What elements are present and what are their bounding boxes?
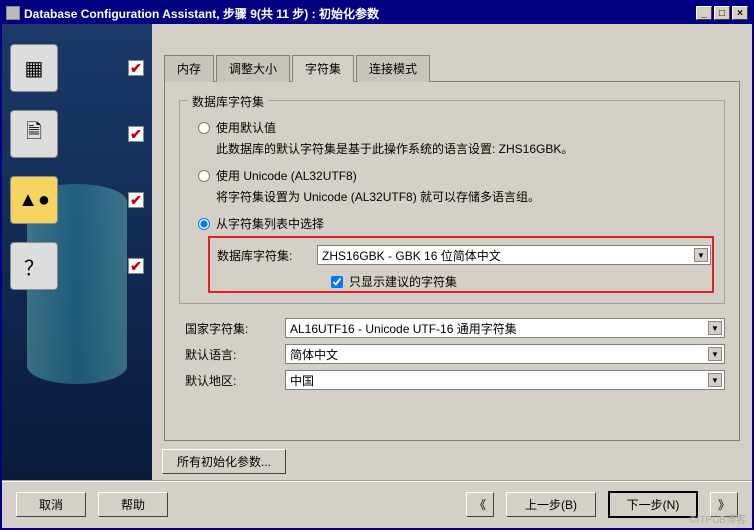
help-folder-icon: ？ [10,242,58,290]
default-language-select[interactable]: 简体中文 ▼ [285,344,725,364]
back-button[interactable]: 上一步(B) [506,492,596,517]
field-label: 数据库字符集: [217,247,307,264]
maximize-button[interactable]: □ [714,6,730,20]
application-window: Database Configuration Assistant, 步骤 9(共… [0,0,754,530]
radio-default-hint: 此数据库的默认字符集是基于此操作系统的语言设置: ZHS16GBK。 [216,140,714,157]
default-language-field: 默认语言: 简体中文 ▼ [185,344,725,364]
db-charset-group: 数据库字符集 使用默认值 此数据库的默认字符集是基于此操作系统的语言设置: ZH… [179,100,725,304]
db-charset-field: 数据库字符集: ZHS16GBK - GBK 16 位简体中文 ▼ [217,245,711,265]
national-charset-select[interactable]: AL16UTF16 - Unicode UTF-16 通用字符集 ▼ [285,318,725,338]
window-controls: _ □ × [696,6,748,20]
cancel-button[interactable]: 取消 [16,492,86,517]
radio-fromlist-row: 从字符集列表中选择 [198,215,714,232]
db-charset-select[interactable]: ZHS16GBK - GBK 16 位简体中文 ▼ [317,245,711,265]
main-panel: 内存 调整大小 字符集 连接模式 数据库字符集 使用默认值 此数据库的默认字符集… [152,24,752,480]
radio-label: 使用 Unicode (AL32UTF8) [216,167,357,184]
field-label: 国家字符集: [185,320,275,337]
step-check-icon: ✔ [128,60,144,76]
tab-label: 调整大小 [229,62,277,76]
radio-unicode[interactable] [198,170,210,182]
radio-label: 使用默认值 [216,119,276,136]
wizard-step: ？ ✔ [10,242,144,290]
highlight-box: 数据库字符集: ZHS16GBK - GBK 16 位简体中文 ▼ 只显示建议的… [208,236,714,293]
next-button[interactable]: 下一步(N) [608,491,698,518]
back-arrow-button[interactable]: 《 [466,492,494,517]
button-label: 取消 [39,498,63,512]
radio-label: 从字符集列表中选择 [216,215,324,232]
step-check-icon: ✔ [128,126,144,142]
radio-unicode-hint: 将字符集设置为 Unicode (AL32UTF8) 就可以存储多语言组。 [216,188,714,205]
documents-icon: 🗎 [10,110,58,158]
only-recommended-checkbox[interactable] [331,276,343,288]
chevron-down-icon: ▼ [708,347,722,361]
chevron-down-icon: ▼ [708,373,722,387]
default-region-field: 默认地区: 中国 ▼ [185,370,725,390]
app-icon [6,6,20,20]
select-value: ZHS16GBK - GBK 16 位简体中文 [322,247,501,264]
wizard-step: ▦ ✔ [10,44,144,92]
radio-unicode-row: 使用 Unicode (AL32UTF8) [198,167,714,184]
field-label: 默认地区: [185,372,275,389]
chevron-down-icon: ▼ [694,248,708,262]
tab-bar: 内存 调整大小 字符集 连接模式 [164,54,740,81]
group-legend: 数据库字符集 [188,93,268,110]
radio-default-row: 使用默认值 [198,119,714,136]
tab-label: 连接模式 [369,62,417,76]
tab-sizing[interactable]: 调整大小 [216,55,290,82]
wizard-button-bar: 取消 帮助 《 上一步(B) 下一步(N) 》 [2,480,752,528]
only-recommended-row: 只显示建议的字符集 [331,273,711,290]
tab-charset[interactable]: 字符集 [292,55,354,82]
tab-label: 字符集 [305,62,341,76]
national-charset-field: 国家字符集: AL16UTF16 - Unicode UTF-16 通用字符集 … [185,318,725,338]
chevron-down-icon: ▼ [708,321,722,335]
wizard-steps-pane: ▦ ✔ 🗎 ✔ ▲● ✔ ？ ✔ [2,24,152,480]
radio-default[interactable] [198,122,210,134]
tab-memory[interactable]: 内存 [164,55,214,82]
button-label: 下一步(N) [627,498,680,512]
window-title: Database Configuration Assistant, 步骤 9(共… [24,5,696,22]
button-label: 帮助 [121,498,145,512]
close-button[interactable]: × [732,6,748,20]
shapes-icon: ▲● [10,176,58,224]
select-value: AL16UTF16 - Unicode UTF-16 通用字符集 [290,320,517,337]
content: ▦ ✔ 🗎 ✔ ▲● ✔ ？ ✔ 内存 调整大小 字符集 连接模式 [2,24,752,480]
tab-connection-mode[interactable]: 连接模式 [356,55,430,82]
step-check-icon: ✔ [128,258,144,274]
extra-buttons: 所有初始化参数... [162,449,286,474]
all-init-params-button[interactable]: 所有初始化参数... [162,449,286,474]
checkbox-label: 只显示建议的字符集 [349,273,457,290]
button-label: 所有初始化参数... [177,455,271,469]
wizard-step: ▲● ✔ [10,176,144,224]
minimize-button[interactable]: _ [696,6,712,20]
field-label: 默认语言: [185,346,275,363]
chip-icon: ▦ [10,44,58,92]
tab-label: 内存 [177,62,201,76]
tab-panel-charset: 数据库字符集 使用默认值 此数据库的默认字符集是基于此操作系统的语言设置: ZH… [164,81,740,441]
wizard-step: 🗎 ✔ [10,110,144,158]
watermark: ©ITPUB博客 [689,511,746,526]
button-label: 上一步(B) [525,498,577,512]
titlebar: Database Configuration Assistant, 步骤 9(共… [2,2,752,24]
step-check-icon: ✔ [128,192,144,208]
select-value: 简体中文 [290,346,338,363]
select-value: 中国 [290,372,314,389]
help-button[interactable]: 帮助 [98,492,168,517]
radio-from-list[interactable] [198,218,210,230]
default-region-select[interactable]: 中国 ▼ [285,370,725,390]
